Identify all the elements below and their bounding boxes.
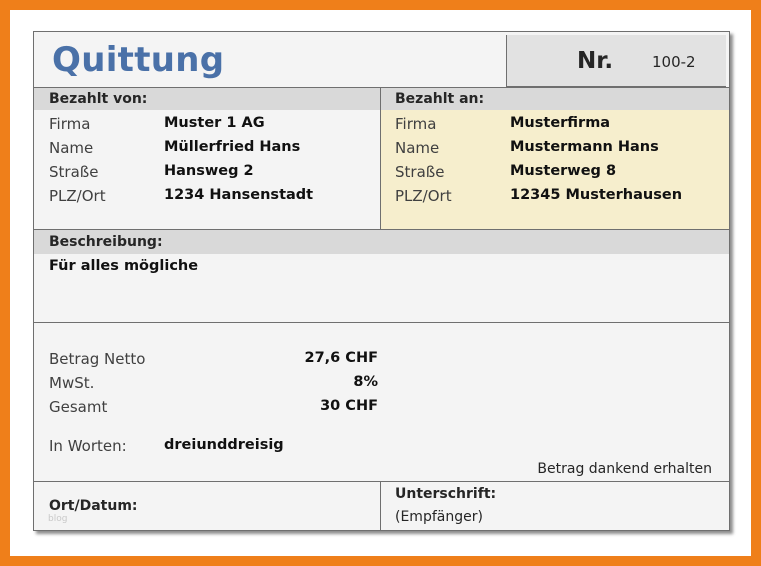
mwst-label: MwSt. (49, 374, 95, 392)
paid-by-firma: Muster 1 AG (164, 115, 265, 131)
receipt-number-value: 100-2 (652, 53, 696, 71)
paid-by-name-label: Name (49, 139, 94, 157)
receipt-number-label: Nr. (577, 48, 614, 74)
footer-divider (34, 481, 729, 482)
paid-to-plz: 12345 Musterhausen (510, 187, 683, 203)
ort-datum-label: Ort/Datum: (49, 498, 138, 514)
netto-value: 27,6 CHF (304, 350, 378, 366)
netto-label: Betrag Netto (49, 350, 146, 368)
description-text: Für alles mögliche (49, 258, 199, 274)
paid-to-plz-label: PLZ/Ort (395, 187, 452, 205)
watermark-text: blog (48, 514, 68, 524)
received-text: Betrag dankend erhalten (537, 461, 712, 477)
paid-by-heading: Bezahlt von: (49, 91, 148, 107)
paid-to-firma-label: Firma (395, 115, 437, 133)
paid-by-firma-label: Firma (49, 115, 91, 133)
recipient-label: (Empfänger) (395, 509, 483, 525)
paid-by-plz-label: PLZ/Ort (49, 187, 106, 205)
in-words-value: dreiunddreisig (164, 437, 284, 453)
description-heading: Beschreibung: (49, 234, 163, 250)
mwst-value: 8% (353, 374, 378, 390)
signature-label: Unterschrift: (395, 486, 497, 502)
gesamt-value: 30 CHF (320, 398, 378, 414)
footer-column-divider (380, 481, 381, 530)
description-divider (34, 322, 729, 323)
receipt-sheet: Quittung Nr. 100-2 Bezahlt von: Firma Mu… (33, 31, 730, 531)
receipt-title: Quittung (52, 40, 225, 80)
paid-by-plz: 1234 Hansenstadt (164, 187, 314, 203)
paid-by-strasse: Hansweg 2 (164, 163, 254, 179)
gesamt-label: Gesamt (49, 398, 108, 416)
receipt-number-box: Nr. 100-2 (506, 35, 726, 87)
in-words-label: In Worten: (49, 437, 127, 455)
paid-to-firma: Musterfirma (510, 115, 611, 131)
parties-divider (380, 87, 381, 229)
paid-by-strasse-label: Straße (49, 163, 99, 181)
paid-to-strasse-label: Straße (395, 163, 445, 181)
paid-to-heading: Bezahlt an: (395, 91, 485, 107)
paid-to-strasse: Musterweg 8 (510, 163, 617, 179)
paid-to-name-label: Name (395, 139, 440, 157)
paid-to-name: Mustermann Hans (510, 139, 659, 155)
paid-by-name: Müllerfried Hans (164, 139, 301, 155)
